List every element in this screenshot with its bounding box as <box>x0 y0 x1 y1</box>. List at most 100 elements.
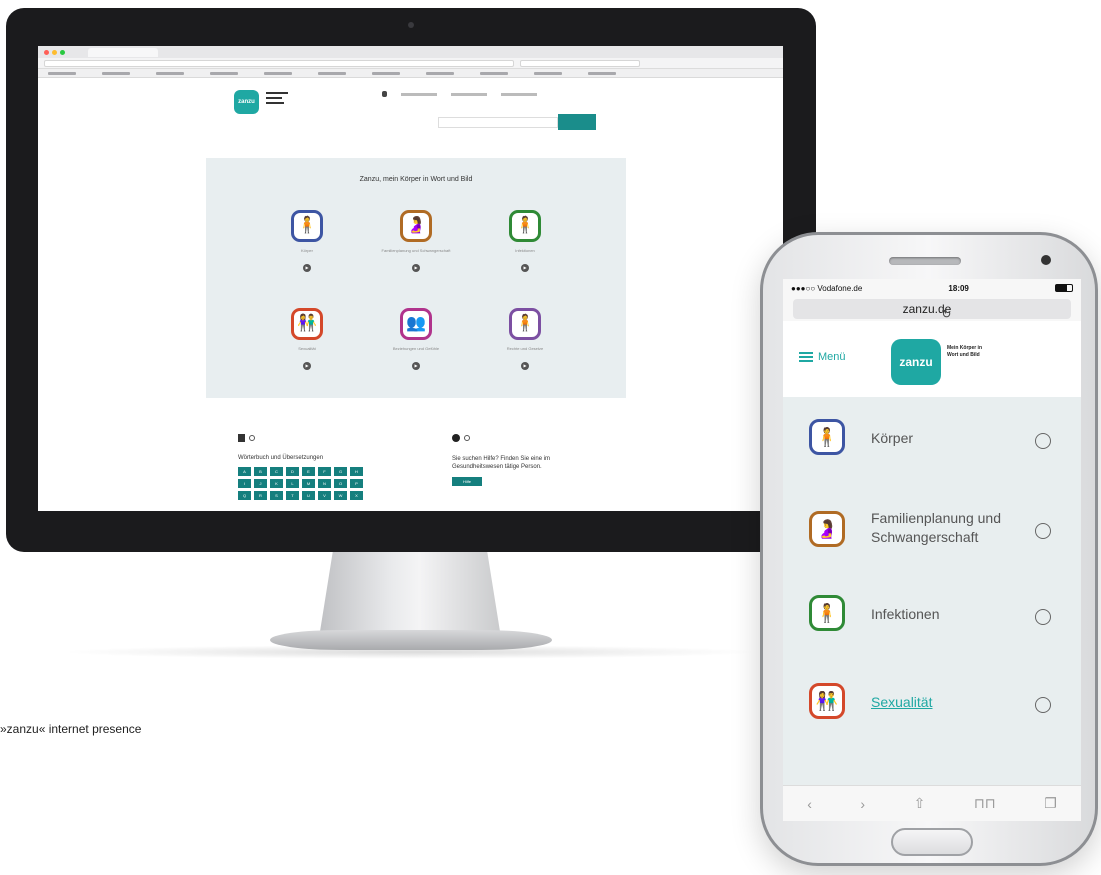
site-slogan-lines <box>266 92 296 104</box>
bookmark[interactable] <box>48 71 76 75</box>
list-item[interactable]: 🤰 Familienplanung und Schwangerschaft <box>783 481 1081 573</box>
monitor: zanzu Zanzu, mein Körper in Wort und Bil… <box>6 8 816 552</box>
alphabet-letter[interactable]: D <box>286 467 299 476</box>
stage: zanzu Zanzu, mein Körper in Wort und Bil… <box>0 0 1101 875</box>
bookmark[interactable] <box>156 71 184 75</box>
bookmark[interactable] <box>210 71 238 75</box>
audio-play-icon[interactable] <box>249 434 255 441</box>
category-infektionen[interactable]: 🧍 Infektionen ▶ <box>470 210 580 272</box>
audio-play-icon[interactable]: ▶ <box>303 362 311 370</box>
bookmarks-icon[interactable]: ⊓⊓ <box>974 795 996 812</box>
audio-play-icon[interactable]: ▶ <box>303 264 311 272</box>
alphabet-letter[interactable]: H <box>350 467 363 476</box>
alphabet-letter[interactable]: P <box>350 479 363 488</box>
list-item[interactable]: 🧍 Infektionen <box>783 573 1081 657</box>
alphabet-letter[interactable]: N <box>318 479 331 488</box>
alphabet-letter[interactable]: G <box>334 467 347 476</box>
help-button[interactable]: Hilfe <box>452 477 482 486</box>
site-search-input[interactable] <box>438 117 558 128</box>
alphabet-letter[interactable]: I <box>238 479 251 488</box>
infection-icon: 🧍 <box>509 210 541 242</box>
category-familienplanung[interactable]: 🤰 Familienplanung und Schwangerschaft ▶ <box>361 210 471 272</box>
audio-play-icon[interactable]: ▶ <box>412 362 420 370</box>
alphabet-letter[interactable]: R <box>254 491 267 500</box>
mobile-url-bar[interactable]: zanzu.de ↻ <box>783 297 1081 321</box>
menu-button[interactable]: Menü <box>799 351 846 363</box>
bookmark[interactable] <box>534 71 562 75</box>
bookmark[interactable] <box>264 71 292 75</box>
audio-play-icon[interactable]: ▶ <box>521 264 529 272</box>
share-icon[interactable]: ⇧ <box>914 795 926 812</box>
alphabet-letter[interactable]: E <box>302 467 315 476</box>
audio-radio-icon[interactable] <box>1035 523 1051 539</box>
alphabet-letter[interactable]: B <box>254 467 267 476</box>
infection-icon: 🧍 <box>809 595 845 631</box>
reload-icon[interactable]: ↻ <box>941 307 951 321</box>
book-icon <box>238 433 245 442</box>
alphabet-letter[interactable]: S <box>270 491 283 500</box>
close-window-icon[interactable] <box>44 49 49 55</box>
alphabet-letter[interactable]: C <box>270 467 283 476</box>
alphabet-letter[interactable]: X <box>350 491 363 500</box>
user-icon[interactable] <box>382 91 387 97</box>
category-label: Körper <box>300 248 313 253</box>
audio-play-icon[interactable] <box>464 434 470 441</box>
home-button[interactable] <box>891 828 973 856</box>
bookmark[interactable] <box>588 71 616 75</box>
list-item[interactable]: 🧍 Körper <box>783 397 1081 481</box>
audio-radio-icon[interactable] <box>1035 609 1051 625</box>
phone-speaker <box>889 257 961 265</box>
browser-search-field[interactable] <box>520 59 640 67</box>
site-search-button[interactable] <box>558 114 596 130</box>
category-list: 🧍 Körper 🤰 Familienplanung und Schwanger… <box>783 397 1081 741</box>
audio-radio-icon[interactable] <box>1035 697 1051 713</box>
phone-camera-icon <box>1041 255 1051 265</box>
alphabet-letter[interactable]: F <box>318 467 331 476</box>
bookmark[interactable] <box>372 71 400 75</box>
category-label: Sexualität <box>298 346 316 351</box>
top-link[interactable] <box>451 93 487 96</box>
category-sexualitaet[interactable]: 👫 Sexualität ▶ <box>252 308 362 370</box>
mobile-logo[interactable]: zanzu <box>891 339 941 385</box>
list-item-label[interactable]: Sexualität <box>871 693 1041 712</box>
tabs-icon[interactable]: ❐ <box>1044 795 1057 812</box>
audio-play-icon[interactable]: ▶ <box>412 264 420 272</box>
battery-icon <box>1054 284 1073 292</box>
bookmark[interactable] <box>480 71 508 75</box>
bookmark[interactable] <box>426 71 454 75</box>
desktop-screen: zanzu Zanzu, mein Körper in Wort und Bil… <box>38 46 783 511</box>
alphabet-letter[interactable]: L <box>286 479 299 488</box>
audio-radio-icon[interactable] <box>1035 433 1051 449</box>
alphabet-letter[interactable]: Q <box>238 491 251 500</box>
panel-title: Zanzu, mein Körper in Wort und Bild <box>359 176 473 183</box>
alphabet-letter[interactable]: A <box>238 467 251 476</box>
bookmark[interactable] <box>318 71 346 75</box>
category-beziehungen[interactable]: 👥 Beziehungen und Gefühle ▶ <box>361 308 471 370</box>
alphabet-letter[interactable]: K <box>270 479 283 488</box>
bookmark[interactable] <box>102 71 130 75</box>
alphabet-letter[interactable]: M <box>302 479 315 488</box>
audio-play-icon[interactable]: ▶ <box>521 362 529 370</box>
category-koerper[interactable]: 🧍 Körper ▶ <box>252 210 362 272</box>
back-icon[interactable]: ‹ <box>807 796 812 812</box>
list-item[interactable]: 👫 Sexualität <box>783 657 1081 741</box>
browser-tab[interactable] <box>88 47 158 57</box>
minimize-window-icon[interactable] <box>52 49 57 55</box>
alphabet-letter[interactable]: U <box>302 491 315 500</box>
alphabet-letter[interactable]: O <box>334 479 347 488</box>
alphabet-letter[interactable]: T <box>286 491 299 500</box>
category-rechte[interactable]: 🧍 Rechte und Gesetze ▶ <box>470 308 580 370</box>
person-icon: 🧍 <box>809 419 845 455</box>
forward-icon[interactable]: › <box>860 796 865 812</box>
site-logo[interactable]: zanzu <box>234 90 259 114</box>
maximize-window-icon[interactable] <box>60 49 65 55</box>
alphabet-letter[interactable]: W <box>334 491 347 500</box>
alphabet-letter[interactable]: J <box>254 479 267 488</box>
alphabet-letter[interactable]: V <box>318 491 331 500</box>
address-field[interactable] <box>44 59 514 67</box>
top-link[interactable] <box>401 93 437 96</box>
category-label: Beziehungen und Gefühle <box>392 346 440 351</box>
mobile-site-header: Menü zanzu Mein Körper in Wort und Bild <box>783 321 1081 397</box>
browser-url-bar <box>38 58 783 69</box>
top-link[interactable] <box>501 93 537 96</box>
